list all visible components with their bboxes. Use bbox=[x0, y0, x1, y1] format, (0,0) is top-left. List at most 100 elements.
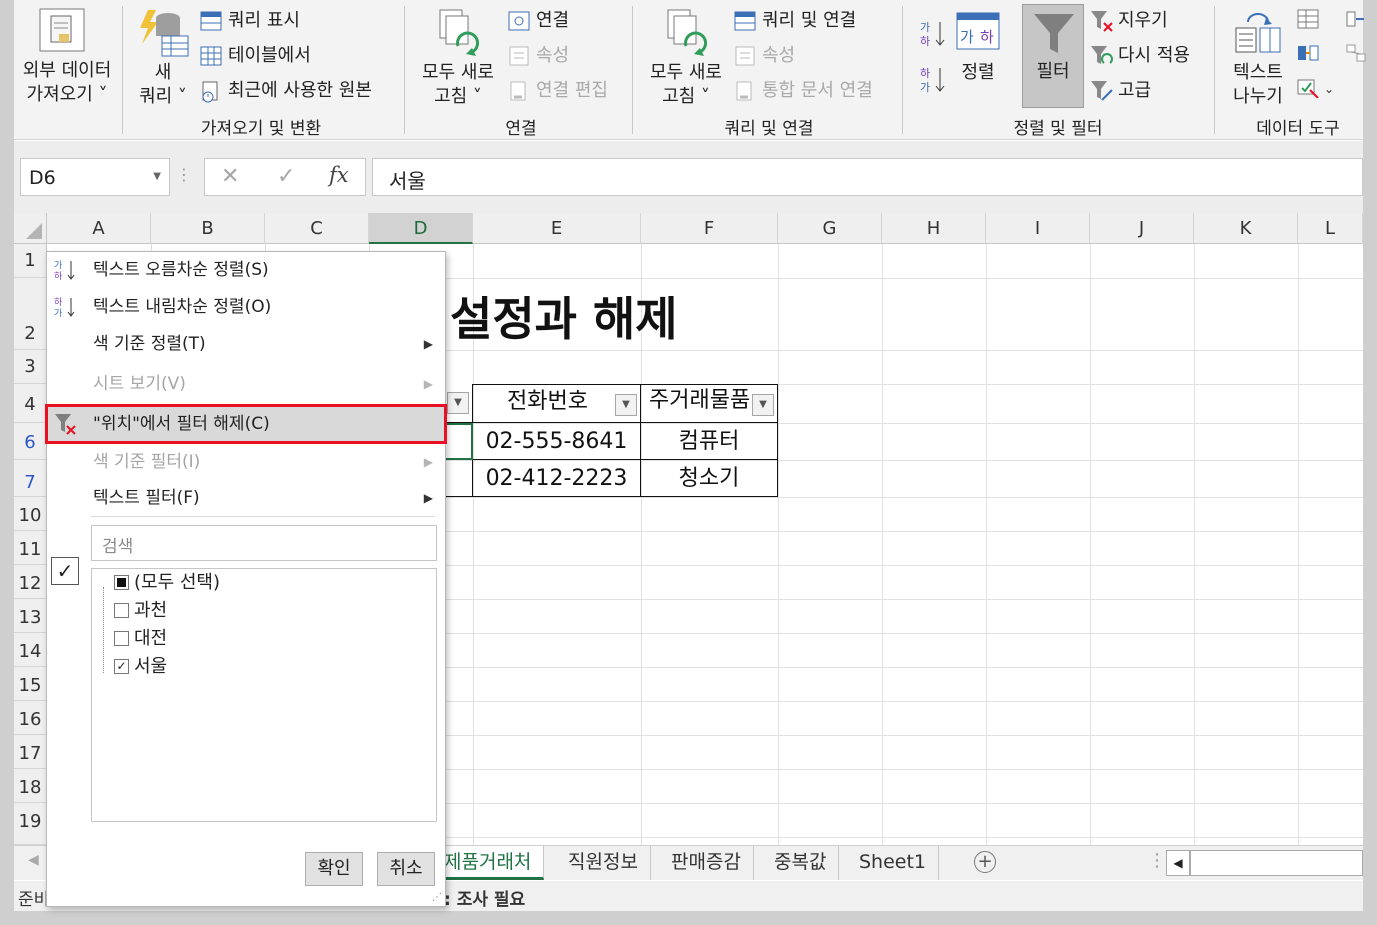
col-header-f[interactable]: F bbox=[641, 213, 778, 244]
reapply-button[interactable]: 다시 적용 bbox=[1090, 45, 1210, 69]
confirm-entry-icon[interactable]: ✓ bbox=[277, 164, 295, 189]
cancel-button[interactable]: 취소 bbox=[377, 852, 435, 886]
drag-handle-icon[interactable]: ⋮ bbox=[176, 165, 192, 184]
flash-fill-icon[interactable] bbox=[1296, 8, 1320, 30]
add-sheet-icon[interactable]: + bbox=[974, 851, 996, 873]
edit-links-button[interactable]: 연결 편집 bbox=[508, 80, 628, 104]
row-header[interactable]: 14 bbox=[14, 633, 47, 667]
refresh-all-button[interactable]: 모두 새로 고침 ˅ bbox=[412, 4, 504, 107]
row-header[interactable]: 1 bbox=[14, 244, 47, 278]
tab-sheet-employees[interactable]: 직원정보 bbox=[556, 846, 651, 880]
name-box-dropdown-icon[interactable]: ▼ bbox=[153, 171, 161, 182]
name-box[interactable]: D6 ▼ bbox=[20, 158, 170, 196]
row-header[interactable]: 16 bbox=[14, 701, 47, 735]
row-header[interactable]: 3 bbox=[14, 350, 47, 384]
checkbox[interactable] bbox=[114, 631, 129, 646]
col-header-k[interactable]: K bbox=[1194, 213, 1298, 244]
tab-sheet-sales-change[interactable]: 판매증감 bbox=[659, 846, 754, 880]
filter-button[interactable]: 필터 bbox=[1022, 4, 1084, 108]
row-header[interactable]: 18 bbox=[14, 769, 47, 803]
edit-links-label: 연결 편집 bbox=[536, 80, 608, 101]
tab-sheet-duplicates[interactable]: 중복값 bbox=[762, 846, 840, 880]
row-header[interactable]: 11 bbox=[14, 531, 47, 565]
workbook-links-button[interactable]: 통합 문서 연결 bbox=[734, 80, 894, 104]
text-to-columns-button[interactable]: 텍스트 나누기 bbox=[1224, 4, 1292, 108]
ribbon-separator bbox=[404, 6, 405, 134]
external-data-icon bbox=[39, 8, 85, 52]
col-header-i[interactable]: I bbox=[986, 213, 1090, 244]
insert-function-icon[interactable]: fx bbox=[329, 163, 349, 187]
recent-sources-button[interactable]: 최근에 사용한 원본 bbox=[200, 80, 400, 104]
col-header-l[interactable]: L bbox=[1298, 213, 1363, 244]
remove-duplicates-icon[interactable] bbox=[1296, 42, 1320, 64]
cell-e6[interactable]: 02-555-8641 bbox=[473, 423, 641, 460]
window-edge-left bbox=[0, 0, 14, 925]
menu-sort-by-color[interactable]: 색 기준 정렬(T) ▶ bbox=[47, 326, 445, 362]
sort-button[interactable]: 가하 정렬 bbox=[952, 4, 1004, 104]
col-header-g[interactable]: G bbox=[778, 213, 882, 244]
connections-button[interactable]: 연결 bbox=[508, 10, 618, 34]
new-query-button[interactable]: 새 쿼리 ˅ bbox=[132, 4, 194, 107]
show-queries-button[interactable]: 쿼리 표시 bbox=[200, 10, 390, 34]
checkbox[interactable] bbox=[114, 603, 129, 618]
horizontal-scrollbar[interactable] bbox=[1190, 850, 1363, 876]
row-header[interactable]: 17 bbox=[14, 735, 47, 769]
menu-sort-ascending[interactable]: 가하 텍스트 오름차순 정렬(S) bbox=[47, 252, 445, 288]
refresh-all-button-2[interactable]: 모두 새로 고침 ˅ bbox=[640, 4, 732, 107]
table-header-cell-f[interactable]: 주거래물품 ▼ bbox=[641, 384, 778, 423]
cell-f6[interactable]: 컴퓨터 bbox=[641, 423, 778, 460]
filter-dropdown-icon[interactable]: ▼ bbox=[752, 394, 774, 416]
advanced-filter-button[interactable]: 고급 bbox=[1090, 80, 1170, 104]
row-header[interactable]: 13 bbox=[14, 599, 47, 633]
filter-applied-dropdown-icon[interactable]: ▼ bbox=[447, 392, 469, 414]
data-validation-icon[interactable] bbox=[1296, 76, 1320, 98]
data-validation-dropdown-icon[interactable]: ⌄ bbox=[1324, 82, 1334, 96]
get-external-data-button[interactable]: 외부 데이터 가져오기 ˅ bbox=[14, 4, 120, 105]
from-table-button[interactable]: 테이블에서 bbox=[200, 45, 390, 69]
select-all-corner[interactable] bbox=[14, 213, 47, 244]
row-header[interactable]: 4 bbox=[14, 384, 47, 423]
scroll-splitter-icon[interactable]: ⋮ bbox=[1148, 850, 1166, 871]
menu-clear-filter[interactable]: "위치"에서 필터 해제(C) bbox=[45, 404, 447, 444]
row-header[interactable]: 15 bbox=[14, 667, 47, 701]
menu-sort-descending[interactable]: 하가 텍스트 내림차순 정렬(O) bbox=[47, 289, 445, 325]
tab-sheet1[interactable]: Sheet1 bbox=[847, 846, 940, 880]
table-header-cell-e[interactable]: 전화번호 ▼ bbox=[473, 384, 641, 423]
queries-connections-button[interactable]: 쿼리 및 연결 bbox=[734, 10, 884, 34]
row-header[interactable]: 7 bbox=[14, 460, 47, 497]
clear-filter-button[interactable]: 지우기 bbox=[1090, 10, 1190, 34]
cell-e7[interactable]: 02-412-2223 bbox=[473, 460, 641, 497]
partial-checkbox[interactable] bbox=[114, 575, 129, 590]
col-header-c[interactable]: C bbox=[265, 213, 369, 244]
filter-search-input[interactable]: 검색 bbox=[91, 525, 437, 561]
row-header[interactable]: 19 bbox=[14, 803, 47, 845]
formula-input[interactable]: 서울 bbox=[372, 158, 1363, 196]
relationships-icon[interactable] bbox=[1346, 44, 1366, 62]
ok-button[interactable]: 확인 bbox=[305, 852, 363, 886]
row-header[interactable]: 10 bbox=[14, 497, 47, 531]
row-header[interactable]: 6 bbox=[14, 423, 47, 460]
properties-button-1[interactable]: 속성 bbox=[508, 45, 618, 69]
col-header-b[interactable]: B bbox=[151, 213, 265, 244]
checked-checkbox[interactable]: ✓ bbox=[114, 659, 129, 674]
col-header-j[interactable]: J bbox=[1090, 213, 1194, 244]
filter-value-list[interactable]: (모두 선택) 과천 대전 ✓ 서울 bbox=[91, 568, 437, 822]
consolidate-icon[interactable] bbox=[1346, 10, 1366, 28]
resize-grip-icon[interactable]: ⋰ bbox=[432, 892, 442, 903]
cell-f7[interactable]: 청소기 bbox=[641, 460, 778, 497]
col-header-a[interactable]: A bbox=[47, 213, 151, 244]
sort-asc-button[interactable]: 가하 bbox=[918, 18, 946, 50]
col-header-d[interactable]: D bbox=[369, 213, 473, 244]
sort-desc-button[interactable]: 하가 bbox=[918, 64, 946, 96]
tab-sheet-product-vendors[interactable]: 제품거래처 bbox=[432, 846, 545, 880]
properties-button-2[interactable]: 속성 bbox=[734, 45, 844, 69]
col-header-e[interactable]: E bbox=[473, 213, 641, 244]
scroll-left-icon[interactable]: ◀ bbox=[1166, 850, 1190, 876]
col-header-h[interactable]: H bbox=[882, 213, 986, 244]
menu-text-filters[interactable]: 텍스트 필터(F) ▶ bbox=[47, 480, 445, 516]
row-header[interactable]: 12 bbox=[14, 565, 47, 599]
filter-dropdown-icon[interactable]: ▼ bbox=[615, 394, 637, 416]
cancel-entry-icon[interactable]: ✕ bbox=[221, 164, 239, 189]
row-header[interactable]: 2 bbox=[14, 278, 47, 350]
prev-sheet-icon[interactable]: ◀ bbox=[28, 852, 39, 868]
